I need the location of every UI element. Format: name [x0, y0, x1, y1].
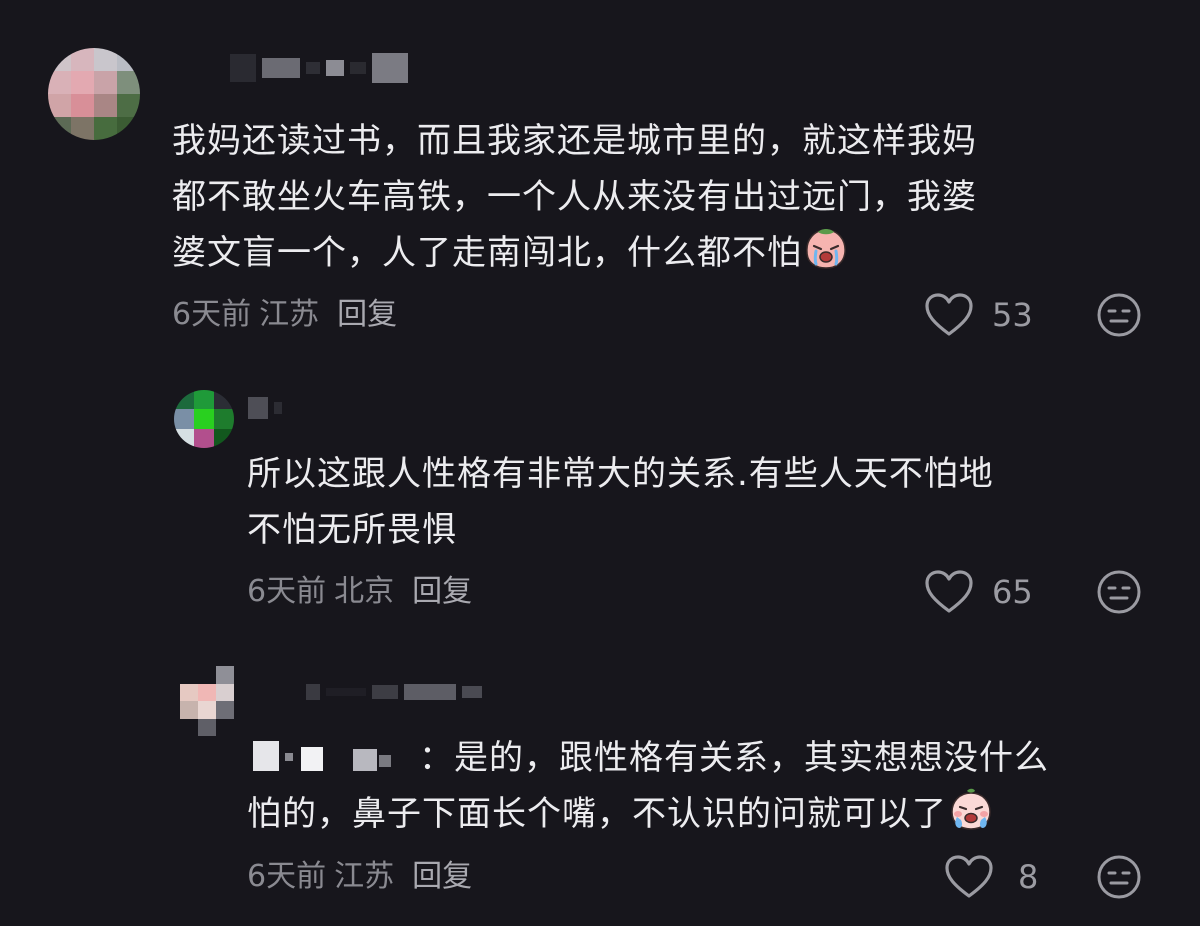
comment-text: 我妈还读过书，而且我家还是城市里的，就这样我妈 都不敢坐火车高铁，一个人从来没有…	[172, 113, 977, 281]
neutral-face-icon[interactable]	[1096, 292, 1142, 338]
comment-time: 6天前	[247, 574, 327, 609]
comment-line: 都不敢坐火车高铁，一个人从来没有出过远门，我婆	[172, 177, 977, 217]
heart-icon	[925, 293, 973, 336]
like-button[interactable]: 65	[924, 569, 1033, 615]
comment-line: 我妈还读过书，而且我家还是城市里的，就这样我妈	[172, 121, 977, 161]
reply-button[interactable]: 回复	[412, 859, 472, 895]
heart-icon	[945, 855, 993, 898]
comment-meta: 6天前 北京 回复	[247, 574, 472, 610]
like-button[interactable]: 53	[924, 292, 1033, 338]
reply-button[interactable]: 回复	[337, 297, 397, 333]
like-button[interactable]: 8	[944, 854, 1038, 900]
mentioned-user[interactable]	[247, 739, 419, 773]
comment-time: 6天前	[172, 297, 252, 332]
username[interactable]	[306, 678, 482, 706]
like-count: 53	[992, 296, 1033, 334]
comment-meta: 6天前 江苏 回复	[247, 859, 472, 895]
comment-line: 怕的，鼻子下面长个嘴，不认识的问就可以了	[247, 786, 1049, 842]
avatar[interactable]	[180, 666, 234, 736]
heart-icon	[925, 570, 973, 613]
comment-line: 所以这跟人性格有非常大的关系.有些人天不怕地	[247, 454, 994, 494]
comment-text: ：是的，跟性格有关系，其实想想没什么 怕的，鼻子下面长个嘴，不认识的问就可以了	[247, 730, 1049, 842]
comment-line-text: 婆文盲一个，人了走南闯北，什么都不怕	[172, 233, 802, 273]
neutral-face-icon[interactable]	[1096, 569, 1142, 615]
comment-line: 婆文盲一个，人了走南闯北，什么都不怕	[172, 225, 977, 281]
username[interactable]	[248, 394, 282, 422]
crying-peach-emoji	[806, 229, 846, 269]
comment-time: 6天前	[247, 859, 327, 894]
comment-line-text: ：是的，跟性格有关系，其实想想没什么	[419, 738, 1049, 778]
avatar[interactable]	[48, 48, 140, 140]
comment-location: 江苏	[334, 859, 395, 894]
comment-line: ：是的，跟性格有关系，其实想想没什么	[247, 730, 1049, 786]
neutral-face-icon[interactable]	[1096, 854, 1142, 900]
comment-location: 北京	[334, 574, 395, 609]
crying-face-emoji	[951, 788, 991, 830]
comment-line: 不怕无所畏惧	[247, 510, 457, 550]
username[interactable]	[230, 52, 408, 84]
comment-meta: 6天前 江苏 回复	[172, 297, 397, 333]
comment-location: 江苏	[259, 297, 320, 332]
comment-text: 所以这跟人性格有非常大的关系.有些人天不怕地 不怕无所畏惧	[247, 446, 994, 558]
reply-button[interactable]: 回复	[412, 574, 472, 610]
comment-line-text: 怕的，鼻子下面长个嘴，不认识的问就可以了	[247, 794, 947, 834]
avatar[interactable]	[174, 390, 234, 448]
like-count: 65	[992, 573, 1033, 611]
like-count: 8	[1018, 858, 1039, 896]
